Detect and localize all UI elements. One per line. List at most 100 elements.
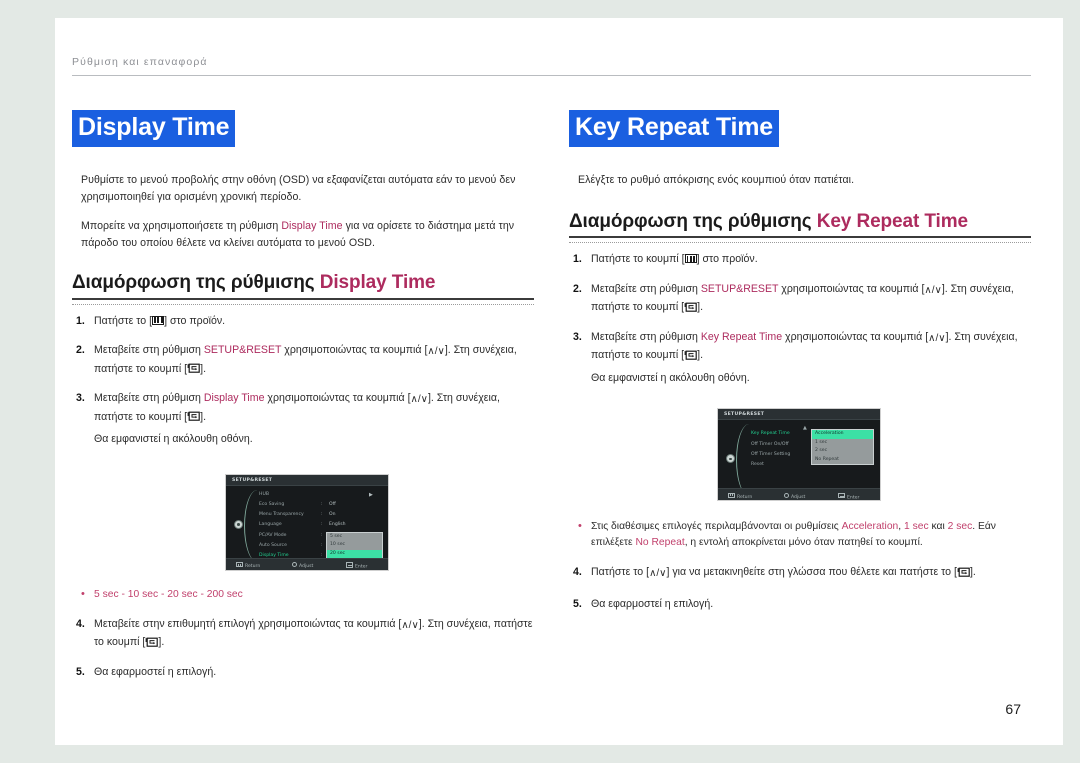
osd-screenshot-key-repeat-time: SETUP&RESET ▲ Key Repeat Time: Off Timer… [717, 408, 881, 502]
up-down-arrows-icon: ∧/∨ [427, 346, 445, 358]
osd-row-label: Eco Saving [259, 502, 285, 508]
osd-footer-bar: Return Adjust Enter [718, 488, 880, 501]
osd-row-label: Menu Transparency [259, 512, 304, 518]
step-number: 5. [76, 665, 85, 678]
step-text-pre: Μεταβείτε στην επιθυμητή επιλογή χρησιμο… [94, 617, 402, 630]
bullet-text-a: Στις διαθέσιμες επιλογές περιλαμβάνονται… [591, 521, 842, 533]
osd-row-label: Off Timer On/Off [751, 441, 789, 447]
step-text-post: ]. [969, 566, 976, 579]
step-number: 4. [76, 617, 85, 630]
adjust-icon [292, 562, 297, 568]
osd-row-label: Key Repeat Time [751, 431, 790, 437]
osd-footer-return: Return [728, 492, 753, 500]
osd-footer-label: Enter [847, 495, 860, 501]
step-text-post: ]. [697, 301, 704, 314]
step-text-pre: Μεταβείτε στη ρύθμιση [591, 330, 701, 343]
subheading-highlight: Key Repeat Time [816, 210, 968, 232]
steps-list-left-after: 4. Μεταβείτε στην επιθυμητή επιλογή χρησι… [72, 616, 534, 681]
page-number: 67 [1005, 701, 1021, 717]
osd-menu-row: HUB ▶ [259, 490, 387, 500]
osd-dropdown-item: 2 sec [815, 448, 828, 454]
step-note: Θα εμφανιστεί η ακόλουθη οθόνη. [94, 433, 253, 446]
chevron-right-icon: ▶ [369, 491, 373, 498]
left-column: Display Time Ρυθμίστε το μενού προβολής … [72, 110, 534, 680]
osd-row-label: Off Timer Setting [751, 451, 791, 457]
running-header-text: Ρύθμιση και επαναφορά [72, 56, 208, 68]
intro-paragraph-1: Ρυθμίστε το μενού προβολής στην οθόνη (O… [81, 174, 516, 203]
osd-dropdown-key-repeat-time: Acceleration 1 sec 2 sec No Repeat [811, 429, 874, 465]
osd-row-value: English [329, 522, 346, 528]
step-text-pre: Πατήστε το κουμπί [ [591, 253, 685, 266]
osd-row-colon: : [321, 522, 323, 528]
step-text-mid: χρησιμοποιώντας τα κουμπιά [ [281, 344, 428, 357]
menu-button-icon [684, 254, 697, 264]
step-item: 2. Μεταβείτε στη ρύθμιση SETUP&RESET χρησ… [72, 342, 534, 377]
step-text-pre: Θα εφαρμοστεί η επιλογή. [94, 665, 217, 678]
osd-dropdown-item-selected: 20 sec [327, 549, 382, 559]
step-highlight: Display Time [203, 392, 265, 405]
enter-button-icon [187, 410, 200, 422]
menu-button-icon [152, 315, 165, 325]
osd-row-label: Language [259, 522, 282, 528]
step-text-pre: Μεταβείτε στη ρύθμιση [94, 344, 204, 357]
up-down-arrows-icon: ∧/∨ [928, 332, 946, 344]
step-highlight: Key Repeat Time [700, 330, 783, 343]
osd-footer-enter: Enter [838, 492, 860, 501]
intro-paragraph-2: Μπορείτε να χρησιμοποιήσετε τη ρύθμιση D… [72, 218, 534, 251]
step-text-mid: ] για να μετακινηθείτε στη γλώσσα που θέ… [666, 566, 957, 579]
bullet-hl-norepeat: No Repeat [635, 537, 685, 549]
step-number: 4. [573, 566, 582, 579]
osd-row-value: On [329, 512, 336, 518]
step-text-post: ]. [200, 410, 207, 423]
step-item: 4. Πατήστε το [∧/∨] για να μετακινηθείτε … [569, 564, 1031, 583]
step-text-post: ]. [697, 349, 704, 362]
osd-row-label: HUB [259, 491, 269, 497]
osd-menu-row: Eco Saving: Off [259, 500, 387, 510]
step-text-pre: Μεταβείτε στη ρύθμιση [94, 392, 204, 405]
step-highlight: SETUP&RESET [700, 282, 779, 295]
enter-button-icon [187, 362, 200, 374]
step-number: 2. [573, 282, 582, 295]
step-number: 1. [76, 314, 85, 327]
osd-footer-label: Return [737, 494, 753, 500]
osd-footer-enter: Enter [346, 562, 367, 570]
step-item: 3. Μεταβείτε στη ρύθμιση Key Repeat Time … [569, 329, 1031, 387]
intro2-highlight: Display Time [281, 220, 343, 232]
step-number: 3. [573, 330, 582, 343]
osd-dropdown-item: 1 sec [815, 439, 828, 445]
step-note: Θα εμφανιστεί η ακόλουθη οθόνη. [591, 371, 750, 384]
osd-row-colon: : [321, 512, 323, 518]
header-divider [72, 75, 1031, 76]
osd-knob-icon [234, 519, 243, 529]
subheading-plain: Διαμόρφωση της ρύθμισης [569, 210, 817, 232]
caret-up-icon: ▲ [803, 425, 807, 432]
osd-row-label: Auto Source [259, 542, 287, 548]
bullet-hl-acceleration: Acceleration [841, 521, 899, 533]
osd-title: SETUP&RESET [226, 474, 388, 486]
step-item: 5. Θα εφαρμοστεί η επιλογή. [569, 596, 1031, 613]
step-text-mid: χρησιμοποιώντας τα κουμπιά [ [782, 330, 929, 343]
subheading-highlight: Display Time [319, 272, 436, 293]
steps-list-right: 1. Πατήστε το κουμπί [] στο προϊόν. 2. Μετ… [569, 251, 1031, 386]
step-text-pre: Θα εφαρμοστεί η επιλογή. [591, 597, 714, 610]
osd-footer-adjust: Adjust [784, 492, 805, 500]
step-item: 4. Μεταβείτε στην επιθυμητή επιλογή χρησι… [72, 616, 534, 651]
step-item: 5. Θα εφαρμοστεί η επιλογή. [72, 664, 534, 681]
osd-body: HUB ▶ Eco Saving: Off Menu Transparency: On… [226, 486, 388, 568]
step-item: 1. Πατήστε το κουμπί [] στο προϊόν. [569, 251, 1031, 268]
adjust-icon [784, 492, 789, 498]
step-number: 1. [573, 253, 582, 266]
right-column: Key Repeat Time Ελέγξτε το ρυθμό απόκρισ… [569, 110, 1031, 612]
osd-row-colon: : [321, 532, 323, 538]
intro-paragraph-right: Ελέγξτε το ρυθμό απόκρισης ενός κουμπιού… [578, 174, 855, 186]
enter-button-icon [145, 636, 159, 647]
enter-button-icon [684, 301, 697, 312]
bullet-hl-1sec: 1 sec [904, 521, 929, 533]
osd-row-label: Reset [751, 461, 764, 467]
step-item: 2. Μεταβείτε στη ρύθμιση SETUP&RESET χρησ… [569, 281, 1031, 316]
osd-dropdown-item-selected: Acceleration [812, 430, 873, 439]
osd-row-label: PC/AV Mode [259, 532, 287, 538]
options-bullet-right: Στις διαθέσιμες επιλογές περιλαμβάνονται… [569, 518, 1031, 551]
step-item: 1. Πατήστε το [] στο προϊόν. [72, 313, 534, 330]
menu-icon [236, 562, 243, 568]
